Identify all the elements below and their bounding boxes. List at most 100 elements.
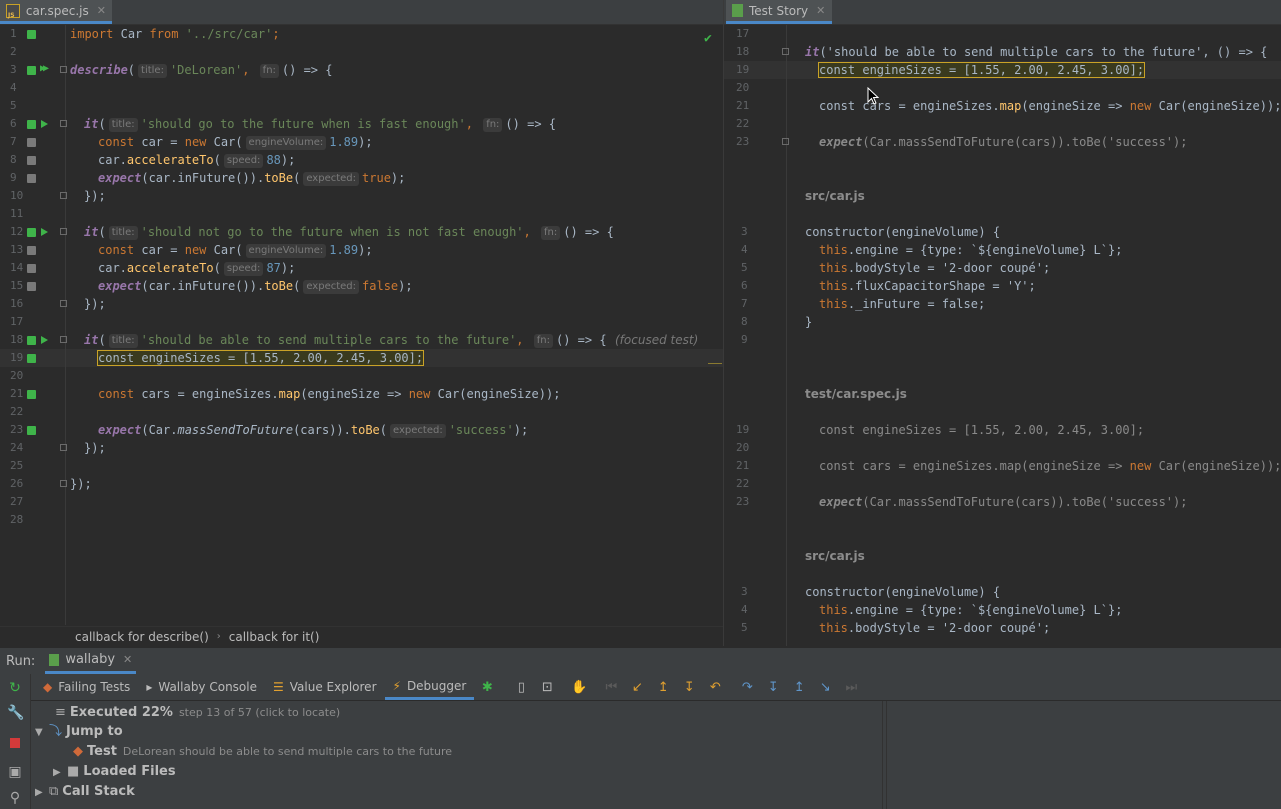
loaded-files-row[interactable]: ▶ ■ Loaded Files [53, 762, 176, 782]
line-number: 5 [741, 261, 748, 274]
tab-debugger[interactable]: ⚡ Debugger [384, 674, 475, 700]
line-number: 17 [10, 315, 24, 328]
line-number: 22 [736, 477, 750, 490]
tab-car-spec[interactable]: car.spec.js ✕ [0, 0, 112, 24]
coverage-marker [27, 246, 36, 255]
story-file-header[interactable]: src/car.js [805, 547, 865, 565]
story-file-header[interactable]: src/car.js [805, 187, 865, 205]
story-ctor-close: } [805, 315, 813, 329]
chevron-right-icon[interactable]: ▶ [35, 783, 49, 803]
bug-icon[interactable]: ✱ [474, 680, 500, 695]
fold-icon[interactable] [60, 192, 67, 199]
left-editor[interactable]: 1 2 3 4 5 6 7 8 9 10 11 12 13 14 15 16 17 18 19 20 21 22 23 24 2… [0, 25, 723, 625]
tab-value-explorer[interactable]: ☰ Value Explorer [265, 674, 385, 700]
breadcrumb-item[interactable]: callback for describe() [75, 630, 209, 644]
line-number: 22 [736, 117, 750, 130]
run-toolbar: ◆ Failing Tests ▸ Wallaby Console ☰ Valu… [31, 674, 1281, 700]
right-tab-bar: Test Story ✕ [724, 0, 1281, 25]
line-number: 6 [741, 279, 748, 292]
line-number: 4 [741, 603, 748, 616]
tab-failing-tests[interactable]: ◆ Failing Tests [35, 674, 138, 700]
line-number: 8 [741, 315, 748, 328]
stop-icon[interactable] [7, 736, 23, 752]
chevron-down-icon[interactable]: ▼ [35, 723, 49, 743]
line-number: 23 [736, 135, 750, 148]
run-test-icon[interactable] [41, 336, 48, 344]
tab-test-story[interactable]: Test Story ✕ [726, 0, 832, 24]
test-story-view[interactable]: 17 18 19 20 21 22 23 3 4 5 6 7 8 9 19 20 21 22 23 3 4 5 it('s… [724, 25, 1281, 646]
tab-label: Debugger [406, 678, 467, 693]
story-line-21b: const cars = engineSizes.map(engineSize … [819, 459, 1281, 473]
story-line-21: const cars = engineSizes.map(engineSize … [819, 99, 1281, 113]
run-all-icon[interactable]: ▶▶ [40, 63, 49, 74]
story-ctor-line: this.fluxCapacitorShape = 'Y'; [819, 279, 1036, 293]
call-stack-row[interactable]: ▶ ⧉ Call Stack [35, 782, 135, 802]
close-icon[interactable]: ✕ [816, 4, 825, 17]
fold-icon[interactable] [60, 228, 67, 235]
fold-icon[interactable] [782, 48, 789, 55]
fold-icon[interactable] [782, 138, 789, 145]
layout-icon[interactable]: ▣ [7, 764, 23, 780]
tab-label: Failing Tests [58, 680, 131, 694]
run-tab-wallaby[interactable]: wallaby ✕ [45, 648, 137, 674]
story-ctor-line: this.bodyStyle = '2-door coupé'; [819, 261, 1051, 275]
loaded-files-label: Loaded Files [83, 764, 176, 779]
close-icon[interactable]: ✕ [97, 4, 106, 17]
run-test-icon[interactable] [41, 228, 48, 236]
step-over-icon[interactable]: ↷ [734, 680, 760, 695]
gutter-border [786, 25, 787, 646]
line-number: 3 [741, 585, 748, 598]
story-ctor-line: this.engine = {type: `${engineVolume} L`… [819, 243, 1123, 257]
story-ctor-line: this.engine = {type: `${engineVolume} L`… [819, 603, 1123, 617]
story-file-header[interactable]: test/car.spec.js [805, 385, 907, 403]
code-line-9: expect(car.inFuture()).toBe(expected: tru… [98, 171, 406, 186]
step-back-icon[interactable]: ⏮ [598, 680, 624, 695]
coverage-marker [27, 174, 36, 183]
run-to-cursor-icon[interactable]: ↘ [812, 680, 838, 695]
test-icon: ◆ [73, 744, 83, 759]
fold-icon[interactable] [60, 444, 67, 451]
cursor-icon [867, 87, 879, 105]
executed-label: Executed 22% [69, 705, 173, 720]
executed-row[interactable]: ≡ Executed 22% step 13 of 57 (click to loc… [55, 703, 340, 723]
check-icon: ✔ [704, 31, 712, 46]
step-out-icon[interactable]: ↥ [786, 680, 812, 695]
step-over-back-icon[interactable]: ↧ [676, 680, 702, 695]
close-icon[interactable]: ✕ [123, 653, 132, 666]
test-row[interactable]: ◆ Test DeLorean should be able to send mul… [73, 742, 452, 762]
run-tab-label: wallaby [65, 652, 116, 667]
line-number: 2 [10, 45, 17, 58]
book-icon[interactable]: ▯ [508, 680, 534, 695]
step-back-over-icon[interactable]: ↶ [702, 680, 728, 695]
code-line-7: const car = new Car(engineVolume: 1.89); [98, 135, 373, 150]
search-icon[interactable]: ⚲ [7, 790, 23, 806]
fold-icon[interactable] [60, 300, 67, 307]
rerun-icon[interactable]: ↻ [7, 680, 23, 696]
hand-icon[interactable]: ✋ [566, 680, 592, 695]
line-number: 17 [736, 27, 750, 40]
chevron-right-icon[interactable]: ▶ [53, 763, 67, 783]
line-number: 19 [736, 63, 750, 76]
line-number: 18 [736, 45, 750, 58]
step-forward-icon[interactable]: ⏭ [838, 680, 864, 695]
lock-icon[interactable]: ⊡ [534, 680, 560, 695]
step-into-back-icon[interactable]: ↙ [624, 680, 650, 695]
breadcrumb-item[interactable]: callback for it() [229, 630, 320, 644]
line-number: 19 [736, 423, 750, 436]
fold-icon[interactable] [60, 66, 67, 73]
fold-icon[interactable] [60, 480, 67, 487]
fold-icon[interactable] [60, 120, 67, 127]
tab-car-spec-label: car.spec.js [25, 3, 89, 18]
jump-to-row[interactable]: ▼ ⤵ Jump to [35, 722, 123, 742]
list-icon: ☰ [273, 680, 284, 694]
tab-wallaby-console[interactable]: ▸ Wallaby Console [138, 674, 265, 700]
run-test-icon[interactable] [41, 120, 48, 128]
wrench-icon[interactable]: 🔧 [7, 705, 24, 721]
fold-icon[interactable] [60, 336, 67, 343]
line-number: 3 [741, 225, 748, 238]
step-out-back-icon[interactable]: ↥ [650, 680, 676, 695]
coverage-marker [27, 354, 36, 363]
line-number: 20 [736, 441, 750, 454]
step-into-icon[interactable]: ↧ [760, 680, 786, 695]
code-line-6: it(title:'should go to the future when i… [84, 117, 556, 132]
